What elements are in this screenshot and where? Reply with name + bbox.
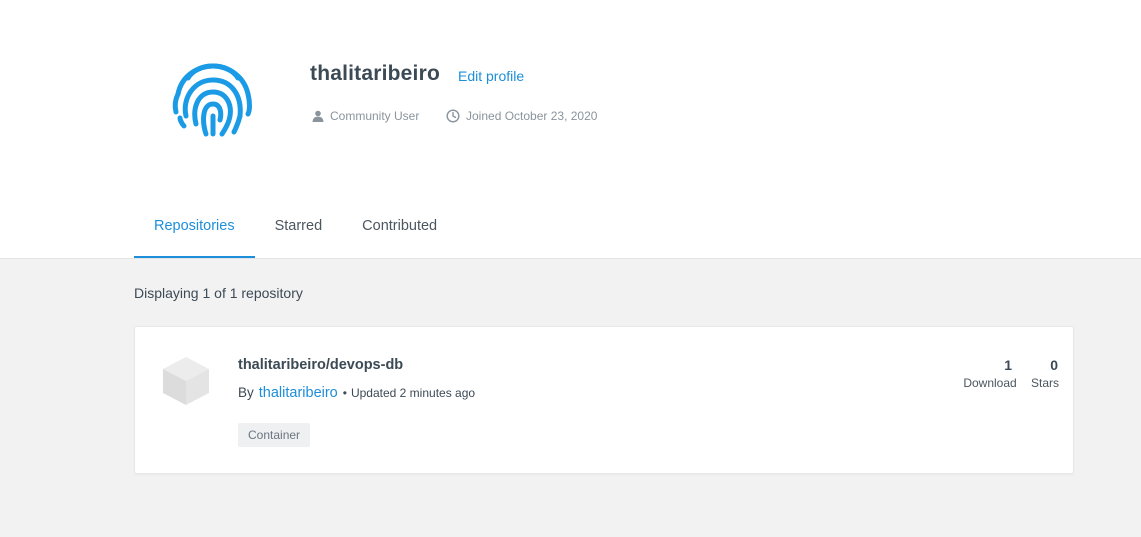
repository-cube-icon (161, 355, 211, 407)
download-label: Download (963, 376, 1017, 390)
tab-starred[interactable]: Starred (255, 200, 343, 258)
stars-stat: 0 Stars (1028, 357, 1062, 390)
profile-header: thalitaribeiro Edit profile Community Us… (0, 0, 1141, 259)
clock-icon (446, 109, 460, 123)
tab-repositories[interactable]: Repositories (134, 200, 255, 258)
repository-owner-link[interactable]: thalitaribeiro (259, 385, 338, 401)
repository-count: Displaying 1 of 1 repository (134, 285, 303, 301)
repository-name[interactable]: thalitaribeiro/devops-db (238, 357, 403, 373)
profile-tabs: Repositories Starred Contributed (134, 200, 457, 259)
joined-date-label: Joined October 23, 2020 (466, 109, 598, 123)
user-icon (312, 110, 324, 122)
edit-profile-link[interactable]: Edit profile (458, 68, 524, 84)
fingerprint-icon (172, 63, 252, 137)
joined-date: Joined October 23, 2020 (446, 109, 597, 123)
repository-type-badge: Container (238, 423, 311, 447)
byline-separator: • (342, 386, 347, 400)
profile-username: thalitaribeiro (310, 62, 440, 85)
repository-updated: Updated 2 minutes ago (350, 386, 476, 400)
stars-label: Stars (1030, 376, 1059, 390)
user-role: Community User (312, 109, 419, 123)
download-stat: 1 Download (960, 357, 1020, 390)
download-count: 1 (1004, 357, 1012, 373)
cube-icon (163, 357, 209, 405)
stars-count: 0 (1050, 357, 1058, 373)
repository-byline: By thalitaribeiro • Updated 2 minutes ag… (238, 385, 475, 401)
tab-contributed[interactable]: Contributed (342, 200, 457, 258)
profile-avatar (170, 54, 256, 140)
user-role-label: Community User (330, 109, 420, 123)
by-label: By (238, 385, 254, 400)
repository-card[interactable]: thalitaribeiro/devops-db By thalitaribei… (134, 326, 1074, 474)
